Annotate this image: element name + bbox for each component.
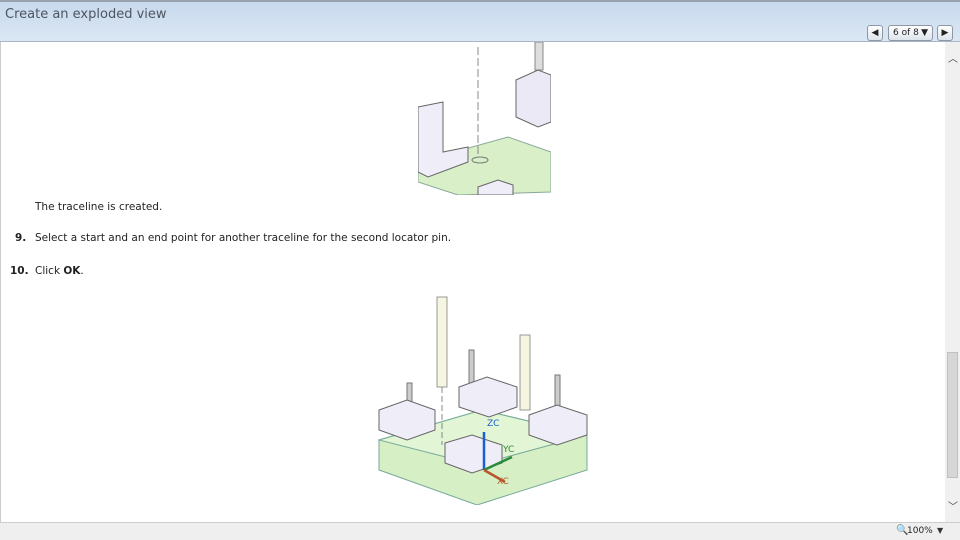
previous-page-button[interactable]: ◀ [867,25,883,41]
yc-axis-label: YC [503,445,515,455]
triangle-down-icon: ▼ [921,28,928,38]
ok-label: OK [63,265,81,277]
zoom-level[interactable]: 100% [907,526,933,536]
step-number: 10. [10,265,29,277]
traceline-image [418,42,551,195]
triangle-right-icon: ▶ [941,28,949,38]
step-text: Select a start and an end point for anot… [35,232,452,244]
page-select[interactable]: 6 of 8 ▼ [888,25,933,41]
vertical-scrollbar[interactable]: ︿ ﹀ [945,42,960,522]
scroll-up-icon[interactable]: ︿ [948,50,958,65]
zoom-dropdown-icon[interactable]: ▼ [937,526,943,535]
step-number: 9. [15,232,27,244]
zc-axis-label: ZC [487,419,500,429]
next-page-button[interactable]: ▶ [937,25,953,41]
status-bar: 🔍 100% ▼ [0,522,960,540]
page-label: 6 of 8 [893,28,919,38]
window-title: Create an exploded view [5,7,167,22]
title-bar: Create an exploded view ◀ 6 of 8 ▼ ▶ [0,0,960,42]
scroll-down-icon[interactable]: ﹀ [948,498,958,513]
content-area: The traceline is created. 9. Select a st… [0,42,945,522]
xc-axis-label: XC [497,477,509,487]
caption-text: The traceline is created. [35,201,163,213]
step-text: Click OK. [35,265,84,277]
scrollbar-thumb[interactable] [947,352,958,478]
triangle-left-icon: ◀ [871,28,879,38]
exploded-view-image: ZC YC XC [377,295,591,506]
